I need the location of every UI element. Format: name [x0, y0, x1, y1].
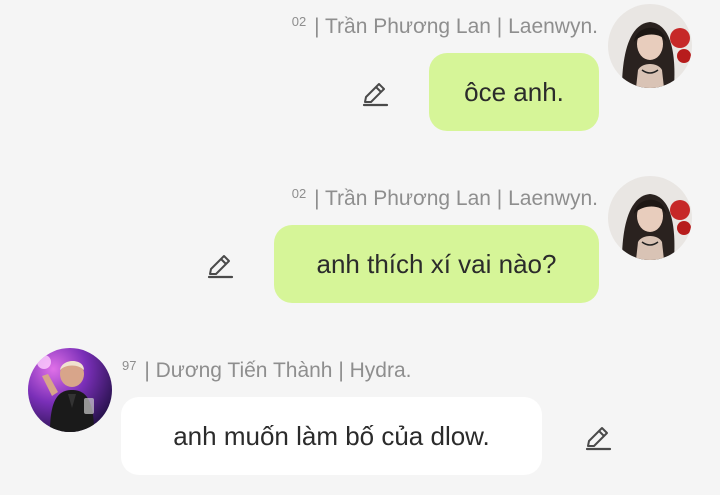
message-bubble[interactable]: anh thích xí vai nào?	[274, 225, 599, 303]
pencil-icon	[362, 83, 389, 107]
edit-pencil-icon[interactable]	[205, 250, 235, 280]
pencil-icon	[207, 255, 234, 279]
sender-label: 02 | Trần Phương Lan | Laenwyn.	[292, 182, 598, 211]
sender-name: | Trần Phương Lan | Laenwyn.	[314, 15, 598, 38]
sender-name: | Trần Phương Lan | Laenwyn.	[314, 187, 598, 210]
sender-index: 02	[291, 14, 307, 29]
sender-index: 02	[291, 186, 307, 201]
avatar-woman-icon	[608, 4, 692, 88]
message-bubble[interactable]: anh muốn làm bố của dlow.	[121, 397, 542, 475]
message-text: ôce anh.	[464, 76, 564, 107]
pencil-icon	[585, 427, 612, 451]
avatar-man-icon	[28, 348, 112, 432]
message-text: anh thích xí vai nào?	[316, 248, 557, 279]
sender-label: 97 | Dương Tiến Thành | Hydra.	[122, 354, 411, 383]
avatar[interactable]	[608, 176, 692, 260]
message-text: anh muốn làm bố của dlow.	[173, 420, 490, 451]
sender-name: | Dương Tiến Thành | Hydra.	[144, 359, 412, 382]
avatar[interactable]	[608, 4, 692, 88]
sender-index: 97	[122, 358, 137, 373]
avatar[interactable]	[28, 348, 112, 432]
sender-label: 02 | Trần Phương Lan | Laenwyn.	[292, 10, 598, 39]
edit-pencil-icon[interactable]	[360, 78, 390, 108]
message-bubble[interactable]: ôce anh.	[429, 53, 599, 131]
avatar-woman-icon	[608, 176, 692, 260]
edit-pencil-icon[interactable]	[583, 422, 613, 452]
